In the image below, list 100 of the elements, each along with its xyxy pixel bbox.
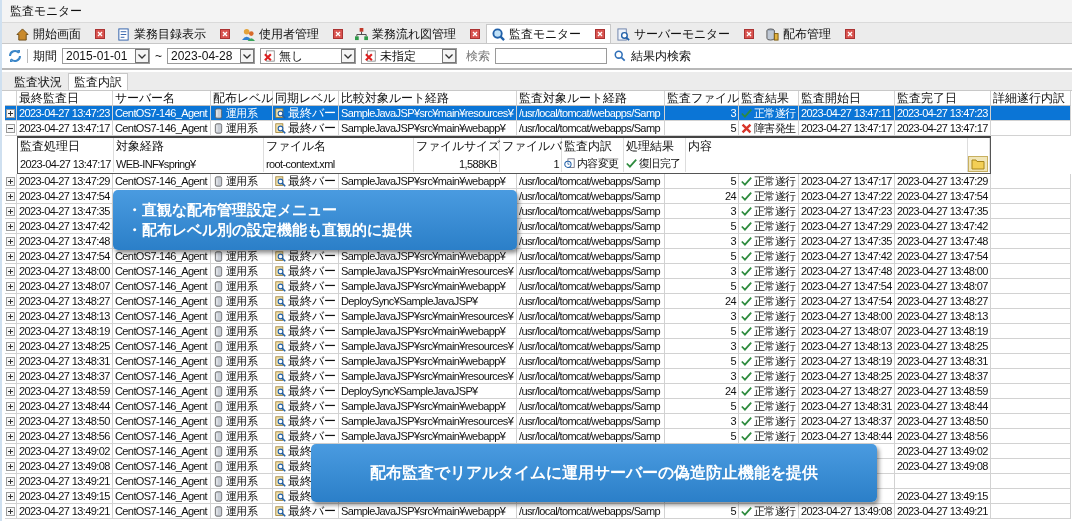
table-cell: 2023-04-27 13:48:19 [19,323,110,339]
column-header[interactable]: ファイルサイズ [414,138,500,155]
column-header[interactable]: 処理結果 [624,138,686,155]
table-row[interactable]: 2023-04-27 13:49:21 CentOS7-146_Agent 運用系 最終バー SampleJavaJSP¥src¥main¥webapp¥ /usr/local/tomcat/webapps/Samp 5 正常遂行 2023-04-27 13:49:08 2023-04-27 13:49:21 [5,504,1071,519]
table-row[interactable]: 2023-04-27 13:48:25 CentOS7-146_Agent 運用系 最終バー SampleJavaJSP¥src¥main¥resources¥ /usr/local/tomcat/webapps/Samp 3 正常遂行 2023-04-27 13:48:13 2023-04-27 13:48:25 [5,339,1071,354]
table-row[interactable]: 2023-04-27 13:48:37 CentOS7-146_Agent 運用系 最終バー SampleJavaJSP¥src¥main¥resources¥ /usr/local/tomcat/webapps/Samp 3 正常遂行 2023-04-27 13:48:25 2023-04-27 13:48:37 [5,369,1071,384]
table-row[interactable]: 2023-04-27 13:48:59 CentOS7-146_Agent 運用系 最終バー DeploySync¥SampleJavaJSP¥ /usr/local/tomcat/webapps/Samp 24 正常遂行 2023-04-27 13:48:27 2023-04-27 13:48:59 [5,384,1071,399]
expand-icon[interactable] [6,506,15,516]
table-row[interactable]: 2023-04-27 13:47:17 CentOS7-146_Agent 運用系 最終バー SampleJavaJSP¥src¥main¥webapp¥ /usr/local/tomcat/webapps/Samp 5 障害発生 2023-04-27 13:47:17 2023-04-27 13:47:17 [5,121,1071,136]
expand-icon[interactable] [6,431,15,441]
tab[interactable]: 使用者管理 [236,24,349,43]
table-cell: 2023-04-27 13:47:22 [801,188,892,204]
filter-combobox[interactable]: 無し [260,48,356,64]
table-row[interactable]: 2023-04-27 13:48:27 CentOS7-146_Agent 運用系 最終バー DeploySync¥SampleJavaJSP¥ /usr/local/tomcat/webapps/Samp 24 正常遂行 2023-04-27 13:47:54 2023-04-27 13:48:27 [5,294,1071,309]
table-row[interactable]: 2023-04-27 13:48:19 CentOS7-146_Agent 運用系 最終バー SampleJavaJSP¥src¥main¥webapp¥ /usr/local/tomcat/webapps/Samp 5 正常遂行 2023-04-27 13:48:07 2023-04-27 13:48:19 [5,324,1071,339]
server-icon [213,475,224,487]
table-cell: 運用系 [226,488,258,504]
folder-button[interactable] [968,155,988,172]
filter-combobox[interactable]: 未指定 [361,48,457,64]
expand-icon[interactable] [6,236,15,246]
tab[interactable]: 開始画面 [10,24,111,43]
column-header[interactable]: 監査内訳 [562,138,624,155]
expand-icon[interactable] [6,371,15,381]
expand-icon[interactable] [6,266,15,276]
table-row[interactable]: 2023-04-27 13:47:29 CentOS7-146_Agent 運用系 最終バー SampleJavaJSP¥src¥main¥webapp¥ /usr/local/tomcat/webapps/Samp 5 正常遂行 2023-04-27 13:47:17 2023-04-27 13:47:29 [5,174,1071,189]
expand-icon[interactable] [6,401,15,411]
search-field[interactable] [495,48,607,64]
table-cell: 正常遂行 [754,173,796,189]
document-search-icon [275,310,286,322]
refresh-icon[interactable] [8,49,22,63]
table-cell: 最終バー [288,308,336,324]
expand-icon[interactable] [6,176,15,186]
expand-icon[interactable] [6,281,15,291]
column-header[interactable]: ファイル名 [264,138,414,155]
chevron-down-icon[interactable] [442,49,456,63]
document-search-icon [275,355,286,367]
table-row[interactable]: 2023-04-27 13:48:31 CentOS7-146_Agent 運用系 最終バー SampleJavaJSP¥src¥main¥webapp¥ /usr/local/tomcat/webapps/Samp 5 正常遂行 2023-04-27 13:48:19 2023-04-27 13:48:31 [5,354,1071,369]
date-combobox[interactable]: 2015-01-01 [62,48,150,64]
expand-icon[interactable] [6,221,15,231]
expand-icon[interactable] [6,251,15,261]
close-icon[interactable] [845,29,855,39]
table-row[interactable]: 2023-04-27 13:48:00 CentOS7-146_Agent 運用系 最終バー SampleJavaJSP¥src¥main¥resources¥ /usr/local/tomcat/webapps/Samp 3 正常遂行 2023-04-27 13:47:48 2023-04-27 13:48:00 [5,264,1071,279]
column-header[interactable]: 監査処理日 [18,138,114,155]
table-cell: 2023-04-27 13:48:44 [801,428,892,444]
date-combobox[interactable]: 2023-04-28 [167,48,255,64]
table-row[interactable]: 2023-04-27 13:48:44 CentOS7-146_Agent 運用系 最終バー SampleJavaJSP¥src¥main¥webapp¥ /usr/local/tomcat/webapps/Samp 5 正常遂行 2023-04-27 13:48:31 2023-04-27 13:48:44 [5,399,1071,414]
document-search-icon [275,340,286,352]
expand-icon[interactable] [6,386,15,396]
expand-icon[interactable] [6,446,15,456]
close-icon[interactable] [470,29,480,39]
expand-icon[interactable] [6,206,15,216]
table-cell: 正常遂行 [754,323,796,339]
check-icon [741,340,752,352]
table-cell: CentOS7-146_Agent [115,323,207,339]
table-cell: 2023-04-27 13:49:08 [801,503,892,519]
column-header[interactable]: 対象経路 [114,138,264,155]
chevron-down-icon[interactable] [341,49,355,63]
collapse-icon[interactable] [6,123,15,133]
document-search-icon [275,460,286,472]
close-icon[interactable] [744,29,754,39]
close-icon[interactable] [595,29,605,39]
expand-icon[interactable] [6,341,15,351]
tab[interactable]: 配布管理 [760,24,861,43]
expand-icon[interactable] [6,476,15,486]
expand-icon[interactable] [6,356,15,366]
table-cell: 2023-04-27 13:49:15 [897,488,988,504]
column-header[interactable]: ファイルバ [500,138,562,155]
table-row[interactable]: 2023-04-27 13:47:23 CentOS7-146_Agent 運用系 最終バー SampleJavaJSP¥src¥main¥resources¥ /usr/local/tomcat/webapps/Samp 3 正常遂行 2023-04-27 13:47:11 2023-04-27 13:47:23 [5,106,1071,121]
close-icon[interactable] [333,29,343,39]
document-search-icon [275,400,286,412]
server-icon [213,250,224,262]
expand-icon[interactable] [6,311,15,321]
close-icon[interactable] [95,29,105,39]
table-row[interactable]: 2023-04-27 13:48:13 CentOS7-146_Agent 運用系 最終バー SampleJavaJSP¥src¥main¥resources¥ /usr/local/tomcat/webapps/Samp 3 正常遂行 2023-04-27 13:48:00 2023-04-27 13:48:13 [5,309,1071,324]
expand-icon[interactable] [6,491,15,501]
table-row[interactable]: 2023-04-27 13:48:50 CentOS7-146_Agent 運用系 最終バー SampleJavaJSP¥src¥main¥resources¥ /usr/local/tomcat/webapps/Samp 3 正常遂行 2023-04-27 13:48:37 2023-04-27 13:48:50 [5,414,1071,429]
expand-icon[interactable] [6,191,15,201]
tab[interactable]: 監査内訳 [68,73,128,90]
tab[interactable]: 業務目録表示 [111,24,236,43]
tab[interactable]: サーバーモニター [611,24,760,43]
chevron-down-icon[interactable] [240,49,254,63]
check-icon [741,505,752,517]
search-results-link[interactable]: 結果内検索 [631,47,691,65]
expand-icon[interactable] [6,416,15,426]
chevron-down-icon[interactable] [135,49,149,63]
server-icon [213,355,224,367]
expand-icon[interactable] [6,108,15,118]
table-cell: 5 [730,428,736,444]
column-header[interactable]: 内容 [686,138,968,155]
search-icon[interactable] [614,50,626,62]
expand-icon[interactable] [6,296,15,306]
tab[interactable]: 業務流れ図管理 [349,24,486,43]
expand-icon[interactable] [6,461,15,471]
expand-icon[interactable] [6,326,15,336]
tab[interactable]: 監査状況 [8,73,68,90]
table-cell: 正常遂行 [754,293,796,309]
table-row[interactable]: 2023-04-27 13:48:07 CentOS7-146_Agent 運用系 最終バー SampleJavaJSP¥src¥main¥webapp¥ /usr/local/tomcat/webapps/Samp 5 正常遂行 2023-04-27 13:47:54 2023-04-27 13:48:07 [5,279,1071,294]
table-cell: 3 [730,413,736,429]
close-icon[interactable] [220,29,230,39]
tab[interactable]: 監査モニター [486,24,611,43]
